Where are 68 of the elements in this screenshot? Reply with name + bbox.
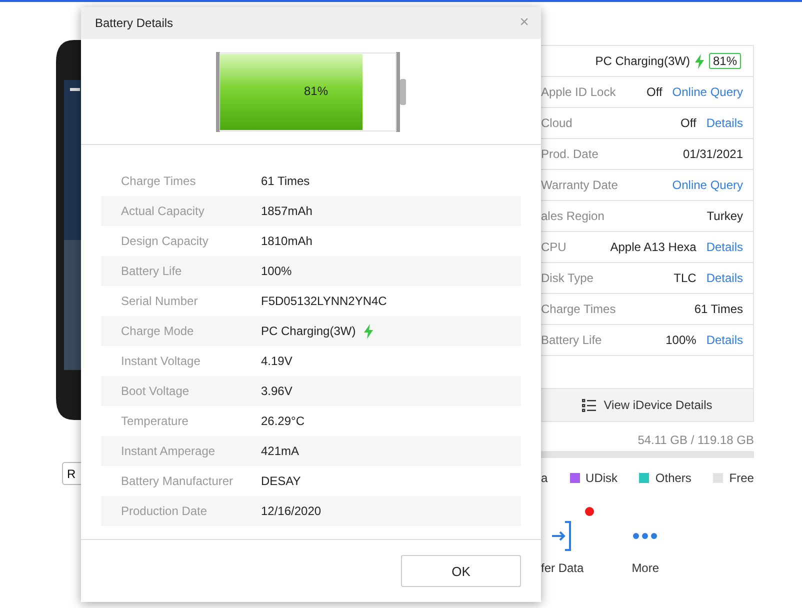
ok-button[interactable]: OK <box>401 555 521 587</box>
info-link[interactable]: Details <box>706 116 743 130</box>
more-button[interactable]: More <box>632 507 670 575</box>
detail-label: Instant Amperage <box>121 444 216 458</box>
view-details-button[interactable]: View iDevice Details <box>541 389 753 421</box>
info-label: Disk Type <box>541 271 594 285</box>
detail-value: PC Charging(3W) <box>261 324 356 338</box>
detail-value: 61 Times <box>261 174 310 188</box>
legend-label: Free <box>729 471 754 485</box>
info-label: Cloud <box>541 116 574 130</box>
info-link[interactable]: Online Query <box>672 178 743 192</box>
detail-label: Battery Life <box>121 264 183 278</box>
info-label: Apple ID Lock <box>541 85 617 99</box>
info-label: Charge Times <box>541 302 617 316</box>
info-link[interactable]: Details <box>706 271 743 285</box>
detail-label: Serial Number <box>121 294 199 308</box>
info-link[interactable]: Details <box>706 333 743 347</box>
detail-value: 1810mAh <box>261 234 312 248</box>
phone-action-button[interactable]: R <box>62 462 81 485</box>
detail-value: 421mA <box>261 444 300 458</box>
legend-label: a <box>541 471 548 485</box>
info-label: Prod. Date <box>541 147 600 161</box>
detail-value: DESAY <box>261 474 301 488</box>
legend-label: Others <box>655 471 692 485</box>
storage-usage: 54.11 GB / 119.18 GB <box>636 433 754 447</box>
detail-value: 1857mAh <box>261 204 312 218</box>
notification-dot <box>584 507 594 516</box>
detail-label: Actual Capacity <box>121 204 206 218</box>
transfer-data-button[interactable]: fer Data <box>541 507 594 575</box>
detail-value: F5D05132LYNN2YN4C <box>261 294 387 308</box>
charging-icon <box>694 54 704 68</box>
detail-value: 3.96V <box>261 384 292 398</box>
detail-label: Boot Voltage <box>121 384 190 398</box>
detail-label: Charge Times <box>121 174 197 188</box>
info-label: ales Region <box>541 209 606 223</box>
legend-label: UDisk <box>586 471 618 485</box>
info-value: Turkey <box>706 209 743 223</box>
info-label: Battery Life <box>541 333 603 347</box>
dialog-title: Battery Details <box>95 16 174 30</box>
info-value: Apple A13 Hexa <box>610 240 696 254</box>
more-icon <box>633 533 658 539</box>
info-label: Warranty Date <box>541 178 619 192</box>
detail-label: Instant Voltage <box>121 354 202 368</box>
detail-label: Battery Manufacturer <box>121 474 234 488</box>
detail-label: Production Date <box>121 504 208 518</box>
close-button[interactable]: × <box>520 14 529 32</box>
charging-icon <box>364 324 373 338</box>
battery-percent: 81% <box>304 84 328 98</box>
info-link[interactable]: Details <box>706 240 743 254</box>
detail-label: Charge Mode <box>121 324 195 338</box>
detail-value: 26.29°C <box>261 414 304 428</box>
detail-value: 12/16/2020 <box>261 504 322 518</box>
info-label: CPU <box>541 240 568 254</box>
info-value: 100% <box>666 333 696 347</box>
detail-label: Design Capacity <box>121 234 210 248</box>
battery-badge: 81% <box>708 53 741 69</box>
info-value: 61 Times <box>694 302 743 316</box>
info-link[interactable]: Online Query <box>672 85 743 99</box>
info-value: 01/31/2021 <box>682 147 743 161</box>
detail-value: 4.19V <box>261 354 292 368</box>
charge-status: PC Charging(3W) <box>595 54 690 68</box>
info-value: Off <box>680 116 696 130</box>
detail-label: Temperature <box>121 414 190 428</box>
info-value: Off <box>646 85 662 99</box>
transfer-icon <box>552 521 572 551</box>
info-value: TLC <box>674 271 696 285</box>
list-icon <box>582 398 596 412</box>
detail-value: 100% <box>261 264 292 278</box>
